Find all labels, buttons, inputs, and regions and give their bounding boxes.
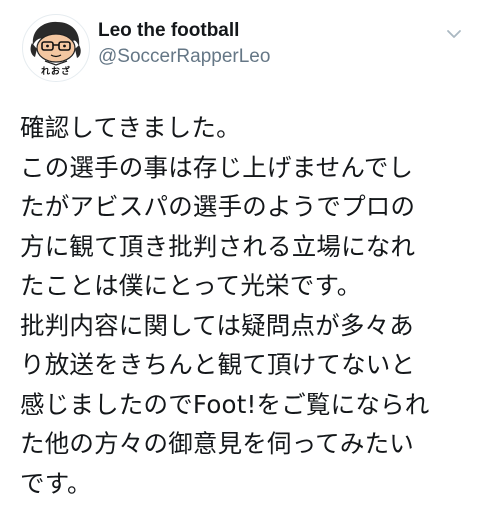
avatar-signature: れおざ [40, 67, 71, 77]
user-names: Leo the football @SoccerRapperLeo [98, 19, 270, 70]
tweet-header: れおざ Leo the football @SoccerRapperLeo [22, 14, 462, 84]
tweet-card: れおざ Leo the football @SoccerRapperLeo 確認… [0, 0, 480, 514]
tweet-line: この選手の事は存じ上げませんでし [20, 152, 414, 182]
tweet-line: たがアビスパの選手のようでプロの [20, 192, 416, 221]
tweet-line: た他の方々の御意見を伺ってみたい [20, 429, 414, 458]
tweet-line: です。 [20, 468, 92, 498]
chevron-down-icon [447, 30, 461, 38]
tweet-line: 感じましたのでFoot!をご覧になられ [20, 389, 430, 419]
tweet-line: り放送をきちんと観て頂けてないと [20, 350, 416, 379]
tweet-line: たことは僕にとって光栄です。 [20, 271, 362, 300]
avatar[interactable]: れおざ [22, 14, 90, 82]
display-name[interactable]: Leo the football [98, 19, 270, 43]
tweet-line: 批判内容に関しては疑問点が多々あ [20, 310, 414, 340]
tweet-text: 確認してきました。 この選手の事は存じ上げませんでし たがアビスパの選手のようで… [20, 108, 470, 503]
more-menu-button[interactable] [446, 26, 462, 42]
user-handle[interactable]: @SoccerRapperLeo [98, 44, 270, 70]
tweet-line: 方に観て頂き批判される立場になれ [20, 231, 416, 261]
tweet-line: 確認してきました。 [20, 113, 241, 142]
